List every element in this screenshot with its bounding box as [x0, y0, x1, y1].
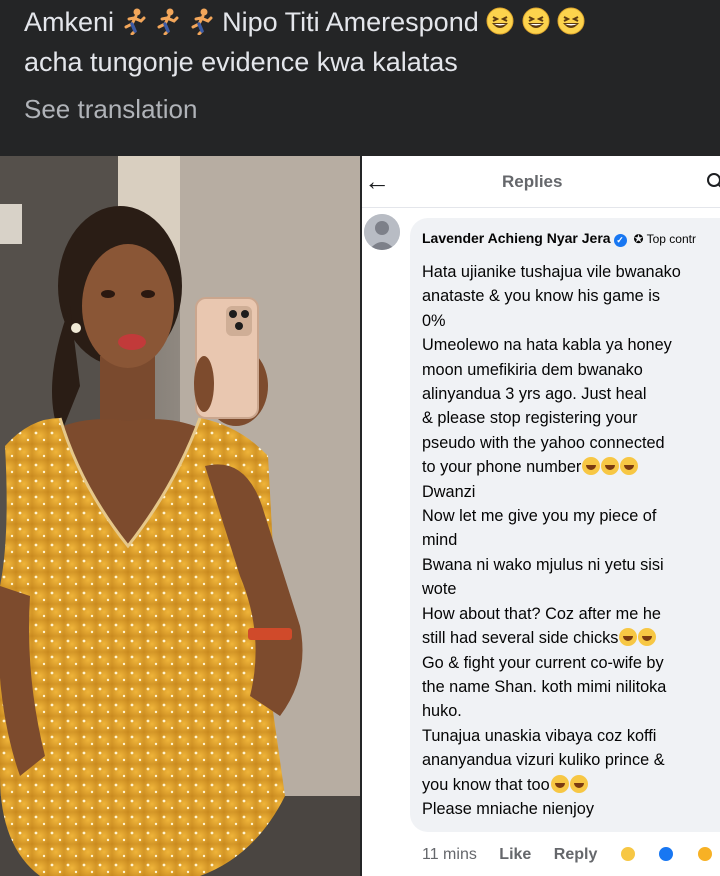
grinning-squinting-icon [486, 7, 514, 44]
person-running-icon [155, 7, 181, 44]
comment-bubble: Lavender Achieng Nyar Jera ✓ ✪ Top contr … [410, 218, 720, 832]
comment-line: 0% [422, 309, 712, 333]
laughing-emoji-icon [550, 774, 569, 793]
comment-line-text: Go & fight your current co-wife by [422, 653, 664, 672]
grinning-squinting-icon [557, 7, 585, 44]
like-reaction-icon [658, 846, 675, 862]
comment-line: anataste & you know his game is [422, 284, 712, 308]
comment-author[interactable]: Lavender Achieng Nyar Jera ✓ ✪ Top contr [422, 230, 696, 247]
comment-line: mind [422, 528, 712, 552]
comment-timestamp: 11 mins [422, 846, 477, 863]
comment-line-text: wote [422, 580, 457, 599]
comment-line-text: Hata ujianike tushajua vile bwanako [422, 263, 681, 281]
see-translation-link[interactable]: See translation [24, 94, 197, 125]
laughing-emoji-icon [620, 457, 639, 476]
laughing-emoji-icon [619, 628, 638, 647]
comment-line-text: & please stop registering your [422, 409, 638, 428]
comment-line: How about that? Coz after me he [422, 602, 712, 626]
comment-line: the name Shan. koth mimi nilitoka [422, 675, 712, 699]
comment-line-text: to your phone number [422, 458, 582, 477]
selfie-illustration [0, 156, 360, 876]
comment-line-text: Dwanzi [422, 482, 476, 501]
comment-line-text: the name Shan. koth mimi nilitoka [422, 677, 667, 696]
top-contributor-badge: ✪ Top contr [633, 232, 696, 246]
comment-line-text: mind [422, 531, 458, 550]
avatar[interactable] [364, 214, 400, 250]
comment-line: alinyandua 3 yrs ago. Just heal [422, 382, 712, 406]
post-line-2: acha tungonje evidence kwa kalatas [24, 47, 458, 77]
comment-line-text: moon umefikiria dem bwanako [422, 360, 643, 379]
comment-line-text: Now let me give you my piece of [422, 507, 657, 526]
comment-line: Dwanzi [422, 480, 712, 504]
reactions-summary[interactable] [619, 846, 720, 867]
comment-line-text: Umeolewo na hata kabla ya honey [422, 336, 672, 355]
post-line-1: Amkeni Nipo Titi Amerespond [24, 4, 704, 44]
comment-line-text: you know that too [422, 775, 550, 794]
author-name[interactable]: Lavender Achieng Nyar Jera [422, 230, 611, 246]
comment-line-text: alinyandua 3 yrs ago. Just heal [422, 385, 647, 404]
comment-line-text: pseudo with the yahoo connected [422, 433, 665, 452]
replies-title: Replies [502, 172, 563, 191]
grinning-squinting-icon [522, 7, 550, 44]
comment-line: Now let me give you my piece of [422, 504, 712, 528]
badge-label: Top contr [646, 232, 696, 246]
comment-line: you know that too [422, 773, 712, 797]
comment-actions: 11 mins Like Reply 12 [422, 846, 720, 867]
comment-line: Hata ujianike tushajua vile bwanako [422, 260, 712, 284]
search-icon[interactable] [706, 172, 720, 192]
person-running-icon [189, 7, 215, 44]
comment-line-text: huko. [422, 702, 462, 721]
comment-line: Go & fight your current co-wife by [422, 651, 712, 675]
laughing-emoji-icon [582, 457, 601, 476]
comment-line-text: Tunajua unaskia vibaya coz koffi [422, 726, 657, 745]
comment-line-text: Please mniache nienjoy [422, 799, 594, 818]
comment-line: to your phone number [422, 455, 712, 479]
reply-button[interactable]: Reply [554, 846, 598, 863]
comment-line: moon umefikiria dem bwanako [422, 358, 712, 382]
comment-line: huko. [422, 699, 712, 723]
comment-line-text: 0% [422, 311, 446, 330]
comment-line: Bwana ni wako mjulus ni yetu sisi [422, 553, 712, 577]
post-text-part: Nipo Titi Amerespond [222, 7, 479, 37]
comment-line: Please mniache nienjoy [422, 797, 712, 821]
comment-line-text: anataste & you know his game is [422, 287, 661, 306]
like-button[interactable]: Like [499, 846, 531, 863]
laughing-emoji-icon [569, 774, 588, 793]
verified-badge-icon: ✓ [613, 234, 627, 247]
selfie-photo[interactable] [0, 156, 360, 876]
post-text-part: Amkeni [24, 7, 122, 37]
comment-line-text: still had several side chicks [422, 629, 619, 648]
post-header: Amkeni Nipo Titi Amerespond acha tungonj… [0, 0, 720, 156]
comment-line-text: How about that? Coz after me he [422, 604, 661, 623]
comment-line: Tunajua unaskia vibaya coz koffi [422, 724, 712, 748]
post-text: Amkeni Nipo Titi Amerespond acha tungonj… [24, 4, 704, 80]
comment-line: pseudo with the yahoo connected [422, 431, 712, 455]
comment-line-text: Bwana ni wako mjulus ni yetu sisi [422, 555, 664, 574]
comment-text: Hata ujianike tushajua vile bwanako anata… [422, 260, 712, 821]
comment-line: & please stop registering your [422, 406, 712, 430]
replies-header: ← Replies [362, 156, 720, 208]
comment-line: still had several side chicks [422, 626, 712, 650]
back-arrow-icon[interactable]: ← [362, 166, 392, 196]
wow-reaction-icon [696, 846, 713, 862]
laughing-emoji-icon [601, 457, 620, 476]
comment-line: wote [422, 577, 712, 601]
haha-reaction-icon [619, 846, 636, 862]
replies-screenshot: ← Replies Lavender Achieng Nyar Jera ✓ ✪ … [362, 156, 720, 876]
comment-line: Umeolewo na hata kabla ya honey [422, 333, 712, 357]
person-running-icon [122, 7, 148, 44]
laughing-emoji-icon [638, 628, 657, 647]
comment-line-text: ananyandua vizuri kuliko prince & [422, 751, 665, 770]
comment-line: ananyandua vizuri kuliko prince & [422, 748, 712, 772]
